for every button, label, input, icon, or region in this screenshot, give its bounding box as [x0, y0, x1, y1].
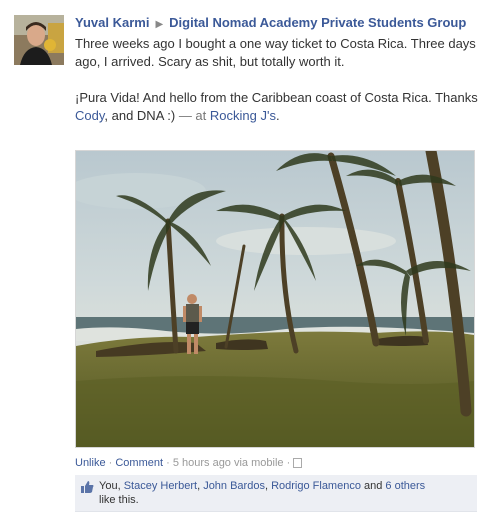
and-text: and [360, 480, 386, 492]
liker-link[interactable]: Stacey Herbert [124, 480, 197, 492]
liker-link[interactable]: Rodrigo Flamenco [271, 480, 361, 492]
author-link[interactable]: Yuval Karmi [75, 15, 149, 30]
post-message: Three weeks ago I bought a one way ticke… [75, 35, 480, 125]
separator: · [283, 457, 294, 469]
post-actions: Unlike · Comment · 5 hours ago via mobil… [75, 456, 303, 470]
separator: · [163, 457, 173, 469]
paragraph-2-text-end: , and DNA :) [104, 108, 176, 123]
group-link[interactable]: Digital Nomad Academy Private Students G… [169, 15, 466, 30]
beach-photo [76, 151, 474, 447]
post-header: Yuval Karmi ▶ Digital Nomad Academy Privat… [75, 14, 480, 34]
arrow-right-icon: ▶ [155, 19, 164, 30]
author-avatar[interactable] [14, 15, 64, 65]
unlike-link[interactable]: Unlike [75, 457, 106, 469]
tag-cody-link[interactable]: Cody [75, 108, 104, 123]
timestamp[interactable]: 5 hours ago via mobile [173, 457, 284, 469]
location-link[interactable]: Rocking J's [210, 108, 276, 123]
post-photo[interactable] [75, 150, 475, 448]
comment-link[interactable]: Comment [115, 457, 163, 469]
likes-bar: You, Stacey Herbert, John Bardos, Rodrig… [75, 475, 477, 512]
thumbs-up-icon [80, 480, 94, 498]
likes-suffix: like this. [99, 494, 139, 506]
likes-prefix: You, [99, 480, 124, 492]
others-link[interactable]: 6 others [385, 480, 425, 492]
post-paragraph-2: ¡Pura Vida! And hello from the Caribbean… [75, 89, 480, 125]
post-paragraph-1: Three weeks ago I bought a one way ticke… [75, 36, 476, 69]
avatar-photo [14, 15, 64, 65]
at-prefix: — at [175, 108, 210, 123]
mobile-icon [293, 458, 303, 468]
separator: · [105, 457, 116, 469]
liker-link[interactable]: John Bardos [203, 480, 265, 492]
paragraph-2-text: ¡Pura Vida! And hello from the Caribbean… [75, 90, 478, 105]
location-suffix: . [275, 108, 280, 123]
post-content: Yuval Karmi ▶ Digital Nomad Academy Privat… [75, 14, 480, 512]
